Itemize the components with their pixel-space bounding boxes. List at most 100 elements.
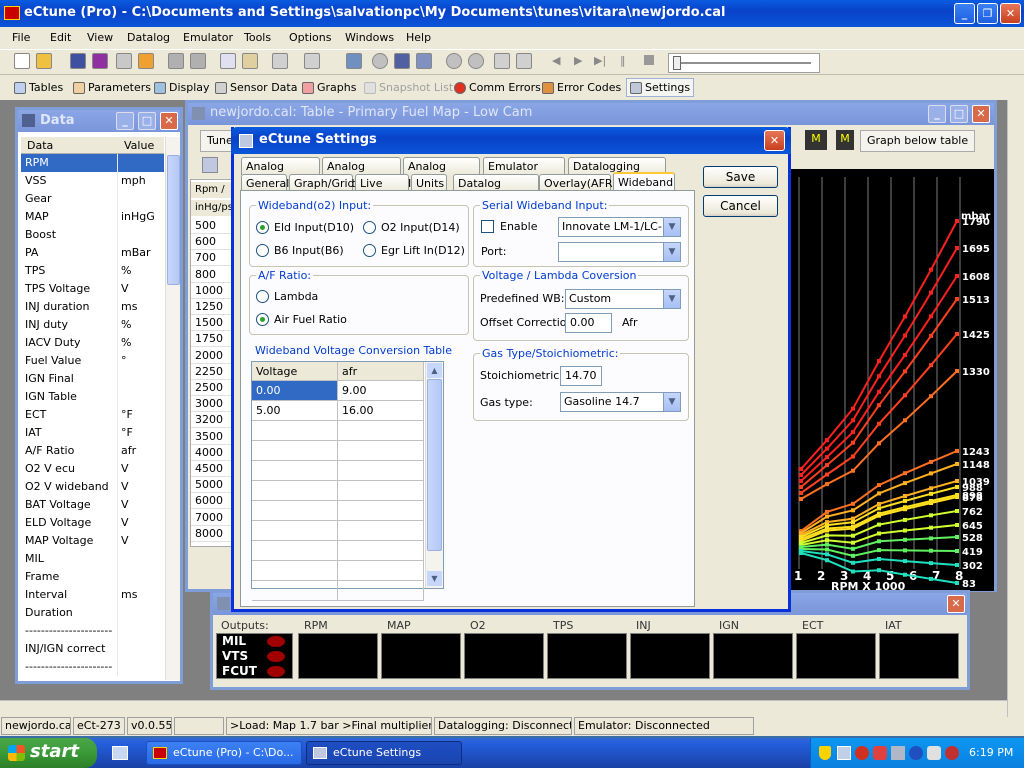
new-icon[interactable] — [14, 53, 30, 69]
conversion-voltage-cell[interactable] — [252, 561, 338, 581]
data-min-icon[interactable]: _ — [116, 112, 134, 130]
stop-icon[interactable] — [644, 55, 654, 65]
data-row[interactable]: Boost — [21, 226, 164, 244]
conversion-afr-cell[interactable]: 16.00 — [338, 401, 424, 421]
data-row[interactable]: BAT Voltage V — [21, 496, 164, 514]
rpm-row-label[interactable]: 4000 — [191, 445, 231, 461]
o2-input-radio[interactable]: O2 Input(D14) — [363, 221, 460, 234]
error-codes-button[interactable]: Error Codes — [542, 78, 621, 97]
data-row[interactable]: A/F Ratio afr — [21, 442, 164, 460]
menu-datalog[interactable]: Datalog — [127, 31, 170, 44]
menu-edit[interactable]: Edit — [50, 31, 71, 44]
voltage-col-header[interactable]: Voltage — [252, 362, 338, 381]
comm-errors-button[interactable]: Comm Errors — [454, 78, 541, 97]
tables-button[interactable]: Tables — [14, 78, 63, 97]
tray-app-icon[interactable] — [945, 746, 959, 760]
rpm-row-label[interactable]: 700 — [191, 250, 231, 267]
main-title-bar[interactable]: eCtune (Pro) - C:\Documents and Settings… — [0, 0, 1024, 27]
antivirus-icon[interactable] — [873, 746, 887, 760]
undo-icon[interactable] — [272, 53, 288, 69]
prev-icon[interactable]: ◀ — [552, 54, 560, 67]
sensor-data-button[interactable]: Sensor Data — [215, 78, 297, 97]
conversion-afr-cell[interactable] — [338, 501, 424, 521]
bluetooth-icon[interactable] — [909, 746, 923, 760]
snapshot-list-button[interactable]: Snapshot List — [364, 78, 453, 97]
menu-options[interactable]: Options — [289, 31, 331, 44]
rpm-row-label[interactable]: 2250 — [191, 364, 231, 380]
conversion-afr-cell[interactable]: 9.00 — [338, 381, 424, 401]
offset-correction-input[interactable]: 0.00 — [565, 313, 612, 333]
settings-button[interactable]: Settings — [626, 78, 695, 97]
scroll-up-icon[interactable]: ▲ — [427, 363, 442, 378]
graph-type-icon-1[interactable]: M — [805, 130, 827, 150]
gas-type-select[interactable]: Gasoline 14.7 ▼ — [560, 392, 681, 412]
scroll-down-icon[interactable]: ▼ — [427, 571, 442, 586]
play-icon[interactable]: ▶ — [574, 54, 582, 67]
rpm-row-label[interactable]: 600 — [191, 234, 231, 251]
data-row[interactable]: Gear — [21, 190, 164, 208]
data-row[interactable]: Duration — [21, 604, 164, 622]
cancel-button[interactable]: Cancel — [703, 195, 778, 217]
eld-input-radio[interactable]: Eld Input(D10) — [256, 221, 354, 234]
tab-analog-input-3[interactable]: Analog Input 3 — [403, 157, 480, 190]
data-row[interactable]: Fuel Value ° — [21, 352, 164, 370]
minimize-icon[interactable]: _ — [954, 3, 975, 24]
pen-icon[interactable] — [346, 53, 362, 69]
tab-analog-input-2[interactable]: Analog Input 2 — [322, 157, 401, 190]
close-icon[interactable]: ✕ — [1000, 3, 1021, 24]
predefined-wb-select[interactable]: Custom ▼ — [565, 289, 681, 309]
data-row[interactable]: O2 V ecu V — [21, 460, 164, 478]
record-icon[interactable] — [372, 53, 388, 69]
chip2-icon[interactable] — [190, 53, 206, 69]
data-row[interactable]: PA mBar — [21, 244, 164, 262]
redo-icon[interactable] — [304, 53, 320, 69]
data-row[interactable]: TPS% — [21, 262, 164, 280]
data-row[interactable]: IGN Table — [21, 388, 164, 406]
conversion-afr-cell[interactable] — [338, 561, 424, 581]
quicklaunch-icon[interactable] — [112, 746, 128, 760]
data-row[interactable]: ---------------------- — [21, 658, 164, 676]
data-row[interactable]: INJ/IGN correct — [21, 640, 164, 658]
conversion-voltage-cell[interactable] — [252, 421, 338, 441]
rpm-row-label[interactable]: 7000 — [191, 510, 231, 526]
data-row[interactable]: IAT °F — [21, 424, 164, 442]
save-button[interactable]: Save — [703, 166, 778, 188]
table-max-icon[interactable]: □ — [950, 105, 968, 123]
scroll-thumb[interactable] — [427, 379, 442, 551]
rpm-row-label[interactable]: 3000 — [191, 396, 231, 413]
conversion-voltage-cell[interactable] — [252, 481, 338, 501]
menu-view[interactable]: View — [87, 31, 113, 44]
rpm-row-label[interactable]: 1750 — [191, 331, 231, 348]
conversion-voltage-cell[interactable]: 5.00 — [252, 401, 338, 421]
data-row[interactable]: ---------------------- — [21, 622, 164, 640]
data-row[interactable]: ELD Voltage V — [21, 514, 164, 532]
rpm-row-label[interactable]: 500 — [191, 218, 231, 234]
restore-icon[interactable]: ❐ — [977, 3, 998, 24]
save-icon[interactable] — [70, 53, 86, 69]
start-button[interactable]: start — [0, 738, 97, 768]
table-close-icon[interactable]: ✕ — [972, 105, 990, 123]
data-row[interactable]: INJ duration ms — [21, 298, 164, 316]
stoichiometric-input[interactable]: 14.70 — [560, 366, 602, 386]
rpm-row-label[interactable]: 8000 — [191, 526, 231, 542]
data-row[interactable]: Interval ms — [21, 586, 164, 604]
rpm-row-label[interactable]: 6000 — [191, 493, 231, 510]
data-row[interactable]: INJ duty% — [21, 316, 164, 334]
conversion-voltage-cell[interactable]: 0.00 — [252, 381, 338, 401]
table-window-title-bar[interactable]: newjordo.cal: Table - Primary Fuel Map -… — [188, 103, 994, 125]
graph-below-table-button[interactable]: Graph below table — [860, 130, 976, 152]
copy-icon[interactable] — [220, 53, 236, 69]
data-close-icon[interactable]: ✕ — [160, 112, 178, 130]
mdi-vscroll[interactable] — [1007, 100, 1024, 717]
conversion-afr-cell[interactable] — [338, 461, 424, 481]
rpm-row-label[interactable]: 5000 — [191, 477, 231, 494]
display-button[interactable]: Display — [154, 78, 210, 97]
task-ectune-main[interactable]: eCtune (Pro) - C:\Do... — [146, 741, 302, 765]
data-row[interactable]: MIL — [21, 550, 164, 568]
table-min-icon[interactable]: _ — [928, 105, 946, 123]
egr-input-radio[interactable]: Egr Lift In(D12) — [363, 244, 465, 257]
data-row[interactable]: MAP inHgG — [21, 208, 164, 226]
folder-icon[interactable] — [138, 53, 154, 69]
fast-forward-icon[interactable]: ▶| — [594, 54, 606, 67]
enable-checkbox[interactable] — [481, 220, 494, 233]
